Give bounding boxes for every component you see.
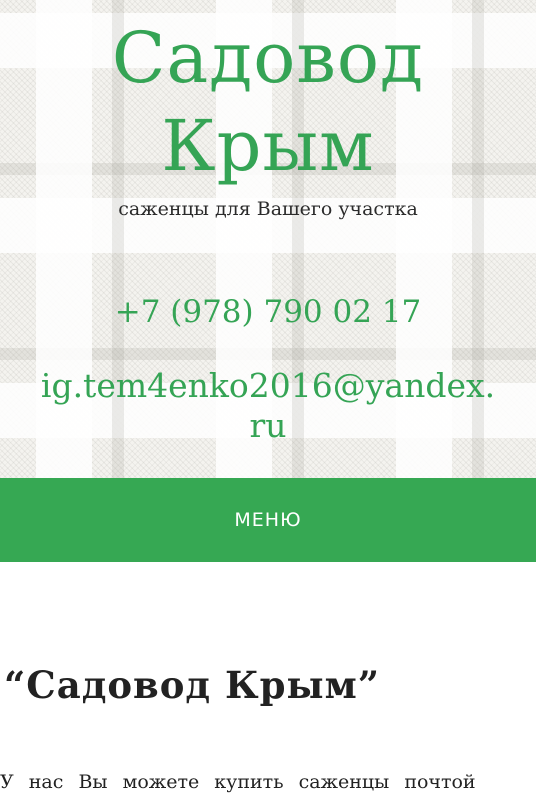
site-title: Садовод Крым	[0, 14, 536, 190]
site-title-link[interactable]: Садовод Крым	[58, 14, 478, 190]
email-link-continued[interactable]: ru	[0, 406, 536, 446]
intro-paragraph: У нас Вы можете купить саженцы почтой	[0, 771, 476, 793]
email-link[interactable]: ig.tem4enko2016@yandex.	[0, 366, 536, 406]
main-navigation: МЕНЮ	[0, 478, 536, 562]
menu-toggle-button[interactable]: МЕНЮ	[218, 501, 317, 539]
phone-link[interactable]: +7 (978) 790 02 17	[0, 292, 536, 332]
site-tagline: саженцы для Вашего участка	[118, 198, 418, 220]
site-header: Садовод Крым саженцы для Вашего участка …	[0, 0, 536, 478]
page-title: “Садовод Крым”	[4, 663, 381, 707]
